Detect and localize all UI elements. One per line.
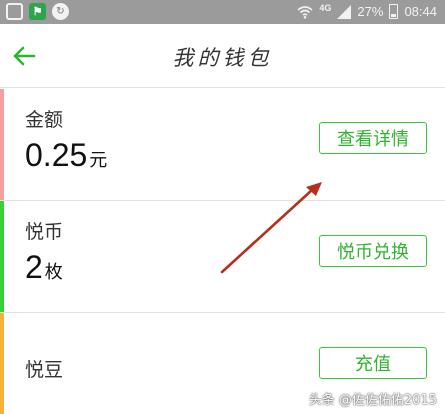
view-details-button[interactable]: 查看详情 bbox=[319, 122, 427, 154]
flag-icon: ⚑ bbox=[29, 3, 46, 20]
battery-icon bbox=[389, 4, 399, 19]
balance-unit: 元 bbox=[89, 150, 108, 171]
wifi-icon bbox=[297, 5, 313, 19]
battery-percent: 27% bbox=[357, 4, 384, 19]
network-type: 4G bbox=[319, 2, 332, 13]
app-header: 我的钱包 bbox=[0, 24, 445, 88]
refresh-icon: ↻ bbox=[52, 3, 69, 20]
signal-icon bbox=[337, 4, 352, 19]
yuebi-value: 2 bbox=[25, 249, 43, 285]
recharge-button[interactable]: 充值 bbox=[319, 347, 427, 379]
gallery-icon bbox=[6, 3, 23, 20]
balance-card: 金额 0.25 元 查看详情 bbox=[0, 89, 445, 201]
status-notification-icons: ⚑ ↻ bbox=[6, 3, 69, 20]
status-system-icons: 4G 27% 08:44 bbox=[297, 2, 437, 19]
yuebi-label: 悦币 bbox=[25, 221, 64, 243]
balance-value-row: 0.25 元 bbox=[25, 137, 107, 174]
yuebi-unit: 枚 bbox=[44, 262, 63, 283]
card-accent-bar bbox=[0, 313, 4, 414]
watermark: 头条 @佐佐佑佑2015 bbox=[308, 393, 437, 408]
card-accent-bar bbox=[0, 201, 4, 312]
clock: 08:44 bbox=[404, 4, 437, 19]
yuebi-value-row: 2枚 bbox=[25, 249, 63, 286]
page-title: 我的钱包 bbox=[172, 46, 273, 70]
yuedou-label: 悦豆 bbox=[25, 359, 64, 381]
card-accent-bar bbox=[0, 89, 4, 200]
balance-label: 金额 bbox=[25, 109, 64, 131]
status-bar: ⚑ ↻ 4G 27% 08:44 bbox=[0, 0, 445, 24]
yuebi-exchange-button[interactable]: 悦币兑换 bbox=[319, 235, 427, 267]
yuebi-card: 悦币 2枚 悦币兑换 bbox=[0, 201, 445, 313]
balance-value: 0.25 bbox=[25, 137, 88, 173]
